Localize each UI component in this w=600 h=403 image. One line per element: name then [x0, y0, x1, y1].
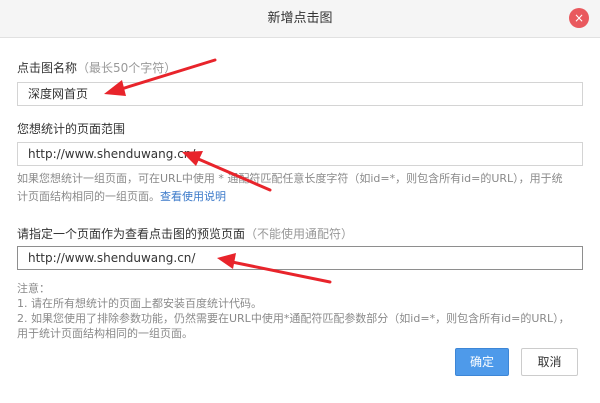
dialog-titlebar: 新增点击图 ×: [0, 0, 600, 38]
notes-line2: 2. 如果您使用了排除参数功能，仍然需要在URL中使用*通配符匹配参数部分（如i…: [17, 312, 570, 325]
confirm-button[interactable]: 确定: [455, 348, 509, 376]
usage-guide-link[interactable]: 查看使用说明: [160, 190, 226, 203]
notes-line3: 用于统计页面结构相同的一组页面。: [17, 327, 193, 340]
preview-label-hint: （不能使用通配符）: [245, 227, 354, 241]
preview-label-text: 请指定一个页面作为查看点击图的预览页面: [17, 227, 246, 241]
name-input[interactable]: 深度网首页: [17, 82, 583, 106]
preview-field-label: 请指定一个页面作为查看点击图的预览页面（不能使用通配符）: [17, 225, 353, 242]
dialog-title: 新增点击图: [267, 11, 333, 26]
scope-input[interactable]: http://www.shenduwang.cn/: [17, 142, 583, 166]
notes-heading: 注意：: [17, 282, 50, 295]
scope-help-line1: 如果您想统计一组页面，可在URL中使用 * 通配符匹配任意长度字符（如id=*，…: [17, 172, 563, 185]
notes-line1: 1. 请在所有想统计的页面上都安装百度统计代码。: [17, 297, 262, 310]
scope-help-text: 如果您想统计一组页面，可在URL中使用 * 通配符匹配任意长度字符（如id=*，…: [17, 170, 587, 206]
close-icon[interactable]: ×: [569, 8, 589, 28]
scope-help-line2-text: 计页面结构相同的一组页面。: [17, 190, 160, 203]
cancel-button[interactable]: 取消: [521, 348, 578, 376]
scope-field-label: 您想统计的页面范围: [17, 122, 126, 136]
notes-section: 注意： 1. 请在所有想统计的页面上都安装百度统计代码。 2. 如果您使用了排除…: [17, 281, 592, 341]
scope-help-line2: 计页面结构相同的一组页面。查看使用说明: [17, 188, 587, 206]
name-field-label: 点击图名称（最长50个字符）: [17, 59, 176, 76]
dialog: 新增点击图 × 点击图名称（最长50个字符） 深度网首页 您想统计的页面范围 h…: [0, 0, 600, 403]
name-label-hint: （最长50个字符）: [77, 61, 177, 75]
name-label-text: 点击图名称: [17, 61, 78, 75]
preview-input[interactable]: http://www.shenduwang.cn/: [17, 246, 583, 270]
